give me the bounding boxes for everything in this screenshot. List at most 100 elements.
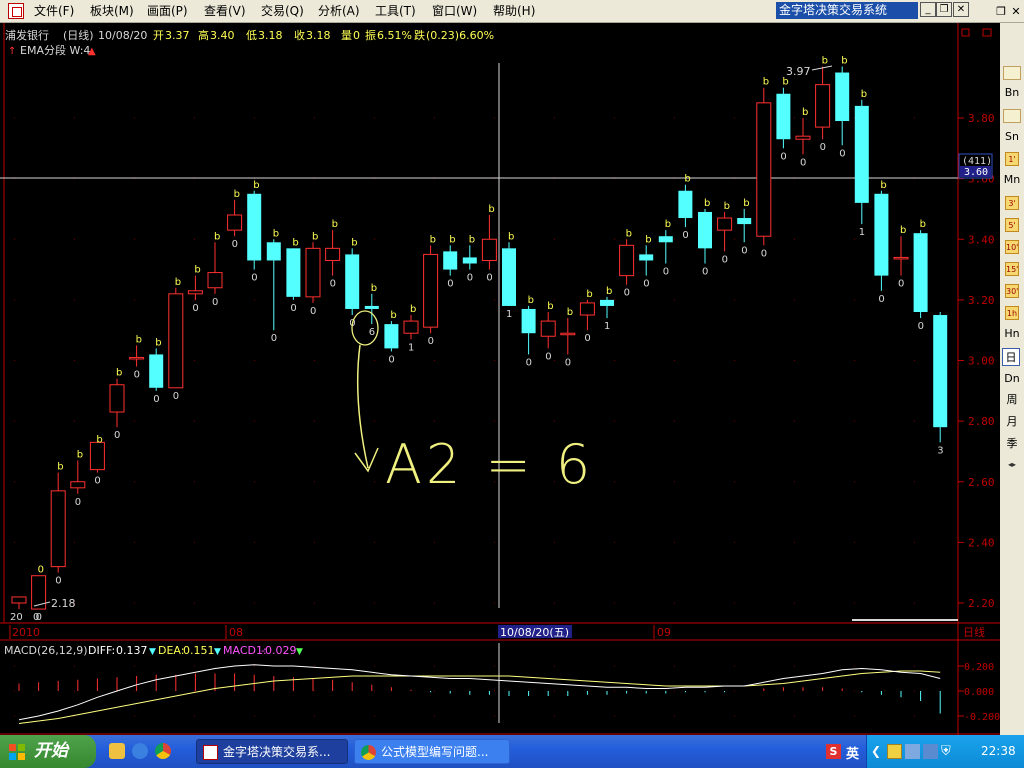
restore-button[interactable]: ❐: [936, 2, 952, 17]
dea-value: 0.151: [183, 644, 215, 657]
price-label: 2.20: [968, 597, 995, 610]
cursor-count: (411): [962, 156, 992, 167]
period-3min[interactable]: 3': [1005, 196, 1019, 210]
price-label: 3.80: [968, 112, 995, 125]
macd-axis-label: 0.200: [964, 662, 994, 673]
period-1min[interactable]: 1': [1005, 152, 1019, 166]
display-icon[interactable]: [923, 744, 938, 759]
candle-bottom-label: 0: [212, 297, 218, 308]
task-trading-system[interactable]: 金字塔决策交易系...: [196, 739, 348, 764]
period-Dn[interactable]: Dn: [1002, 370, 1022, 388]
candle-bottom-label: 0: [702, 267, 708, 278]
candle-top-label: b: [234, 189, 240, 200]
app-logo-icon[interactable]: [8, 3, 24, 19]
candle-body: [364, 305, 379, 309]
candle-top-label: b: [900, 225, 906, 236]
time-label-08: 08: [229, 626, 243, 639]
price-label: 3.00: [968, 355, 995, 368]
candle-body: [109, 384, 125, 413]
menu-screen[interactable]: 画面(P): [147, 3, 188, 19]
period-quarter[interactable]: 季: [1002, 435, 1022, 453]
candle-body: [462, 257, 477, 264]
candle-top-label: b: [194, 265, 200, 276]
period-30min[interactable]: 30': [1005, 284, 1019, 298]
candle-top-label: b: [136, 334, 142, 345]
period-15min[interactable]: 15': [1005, 262, 1019, 276]
menu-sector[interactable]: 板块(M): [90, 3, 134, 19]
candle-top-label: b: [528, 295, 534, 306]
candle-top-label: b: [488, 204, 494, 215]
open-value: 3.37: [165, 29, 190, 42]
high-value: 3.40: [210, 29, 235, 42]
period-Mn[interactable]: Mn: [1002, 171, 1022, 189]
candle-top-label: b: [253, 180, 259, 191]
minimize-button[interactable]: _: [920, 2, 936, 17]
period-month[interactable]: 月: [1002, 413, 1022, 431]
candle-body: [70, 481, 86, 489]
period-10min[interactable]: 10': [1005, 240, 1019, 254]
chart-area[interactable]: 浦发银行 (日线) 10/08/20 开 3.37 高 3.40 低 3.18 …: [0, 23, 1000, 735]
toolbar-scroll-arrows-icon[interactable]: ◂▸: [1003, 460, 1021, 470]
menu-bar: 文件(F) 板块(M) 画面(P) 查看(V) 交易(Q) 分析(A) 工具(T…: [0, 0, 1024, 23]
menu-analysis[interactable]: 分析(A): [318, 3, 360, 19]
menu-window[interactable]: 窗口(W): [432, 3, 477, 19]
kline-icon[interactable]: [1003, 66, 1021, 80]
period-week[interactable]: 周: [1002, 391, 1022, 409]
menu-trade[interactable]: 交易(Q): [261, 3, 304, 19]
chart-icon[interactable]: [1003, 109, 1021, 123]
price-label: 3.40: [968, 233, 995, 246]
candle-top-label: b: [332, 219, 338, 230]
price-label: 3.20: [968, 294, 995, 307]
candle-bottom-label: 0: [428, 336, 434, 347]
chrome-icon[interactable]: [155, 743, 171, 759]
period-5min[interactable]: 5': [1005, 218, 1019, 232]
period-1h[interactable]: 1h: [1005, 306, 1019, 320]
network-icon[interactable]: [905, 744, 920, 759]
candle-body: [717, 217, 733, 231]
dea-label: DEA:: [158, 644, 184, 657]
cursor-price: 3.60: [964, 167, 988, 178]
ime-language[interactable]: 英: [846, 743, 859, 762]
candle-bottom-label: 0: [173, 391, 179, 402]
start-button[interactable]: 开始: [0, 735, 96, 768]
candle-top-label: b: [351, 237, 357, 248]
app-title: 金字塔决策交易系统: [776, 2, 918, 19]
high-label: 高: [198, 28, 209, 42]
ime-tray-icon[interactable]: [887, 744, 902, 759]
candle-top-label: b: [371, 283, 377, 294]
candle-top-label: b: [96, 434, 102, 445]
task-browser[interactable]: 公式模型编写问题...: [354, 739, 510, 764]
ie-icon[interactable]: [132, 743, 148, 759]
candle-bottom-label: 0: [584, 333, 590, 344]
menu-tools[interactable]: 工具(T): [375, 3, 416, 19]
folder-icon[interactable]: [109, 743, 125, 759]
candle-top-label: b: [606, 286, 612, 297]
close-button[interactable]: ✕: [953, 2, 969, 17]
period-Sn[interactable]: Sn: [1002, 128, 1022, 146]
menu-view[interactable]: 查看(V): [204, 3, 246, 19]
period-Bn[interactable]: Bn: [1002, 84, 1022, 102]
security-shield-icon[interactable]: ⛨: [941, 744, 956, 759]
candle-body: [11, 596, 27, 604]
tray-collapse-icon[interactable]: ❮: [871, 744, 881, 758]
trading-app-icon: [203, 745, 218, 760]
sogou-ime-icon[interactable]: S: [826, 744, 841, 759]
menu-file[interactable]: 文件(F): [34, 3, 74, 19]
period-Hn[interactable]: Hn: [1002, 325, 1022, 343]
mdi-restore-button[interactable]: ❐: [994, 5, 1008, 18]
candle-top-label: b: [645, 234, 651, 245]
period-day[interactable]: 日: [1002, 348, 1020, 366]
clock[interactable]: 22:38: [981, 735, 1016, 768]
stock-name: 浦发银行: [5, 28, 49, 42]
macd-axis-label: 0.000: [964, 687, 994, 698]
candle-top-label: b: [861, 89, 867, 100]
low-label: 低: [246, 29, 257, 42]
mdi-close-button[interactable]: ✕: [1009, 5, 1023, 18]
candle-bottom-label: 0: [251, 273, 257, 284]
amplitude-label: 振: [365, 28, 376, 42]
menu-help[interactable]: 帮助(H): [493, 3, 535, 19]
candle-bottom-label: 0: [820, 142, 826, 153]
candle-bottom-label: 0: [467, 273, 473, 284]
candle-top-label: b: [410, 304, 416, 315]
chart-canvas[interactable]: 浦发银行 (日线) 10/08/20 开 3.37 高 3.40 低 3.18 …: [0, 23, 1000, 735]
